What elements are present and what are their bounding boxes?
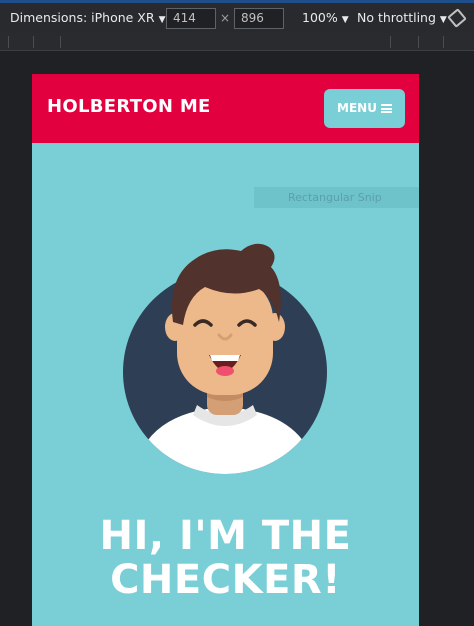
viewport-height-input[interactable]: 896	[234, 8, 284, 29]
device-viewport: HOLBERTON ME MENU Rectangular Snip HI, I…	[32, 74, 419, 626]
hamburger-icon	[380, 104, 392, 113]
zoom-label: 100%	[302, 10, 338, 25]
device-dimensions-label: Dimensions: iPhone XR	[10, 10, 155, 25]
hero-title-line-2: CHECKER!	[110, 557, 341, 603]
menu-button-label: MENU	[337, 101, 377, 115]
site-brand[interactable]: HOLBERTON ME	[47, 96, 211, 117]
ruler-segment[interactable]	[8, 36, 9, 48]
viewport-width-input[interactable]: 414	[166, 8, 216, 29]
rotate-icon[interactable]	[447, 8, 467, 28]
hero-title-line-1: HI, I'M THE	[99, 513, 352, 559]
caret-down-icon: ▼	[439, 15, 447, 25]
ruler-segment[interactable]	[443, 36, 444, 48]
devtools-device-toolbar: Dimensions: iPhone XR ▼ 414 × 896 100% ▼ N…	[0, 3, 474, 33]
dimension-separator: ×	[220, 11, 231, 25]
devtools-gutter-left	[0, 51, 32, 626]
checker-avatar	[123, 243, 327, 474]
devtools-gutter-right	[419, 51, 474, 626]
throttling-label: No throttling	[357, 10, 436, 25]
device-dimensions-dropdown[interactable]: Dimensions: iPhone XR ▼	[10, 3, 165, 33]
ruler-segment[interactable]	[33, 36, 34, 48]
menu-button[interactable]: MENU	[324, 89, 405, 128]
caret-down-icon: ▼	[341, 15, 349, 25]
throttling-dropdown[interactable]: No throttling ▼	[357, 3, 447, 33]
media-query-bar	[0, 33, 474, 51]
zoom-dropdown[interactable]: 100% ▼	[302, 3, 349, 33]
ruler-segment[interactable]	[60, 36, 61, 48]
site-header: HOLBERTON ME MENU	[32, 74, 419, 143]
ghost-tooltip-label: Rectangular Snip	[288, 191, 382, 204]
hero-title: HI, I'M THE CHECKER!	[32, 514, 419, 602]
ruler-segment[interactable]	[418, 36, 419, 48]
ruler-segment[interactable]	[390, 36, 391, 48]
ghost-tooltip: Rectangular Snip	[254, 187, 419, 208]
caret-down-icon: ▼	[158, 15, 166, 25]
